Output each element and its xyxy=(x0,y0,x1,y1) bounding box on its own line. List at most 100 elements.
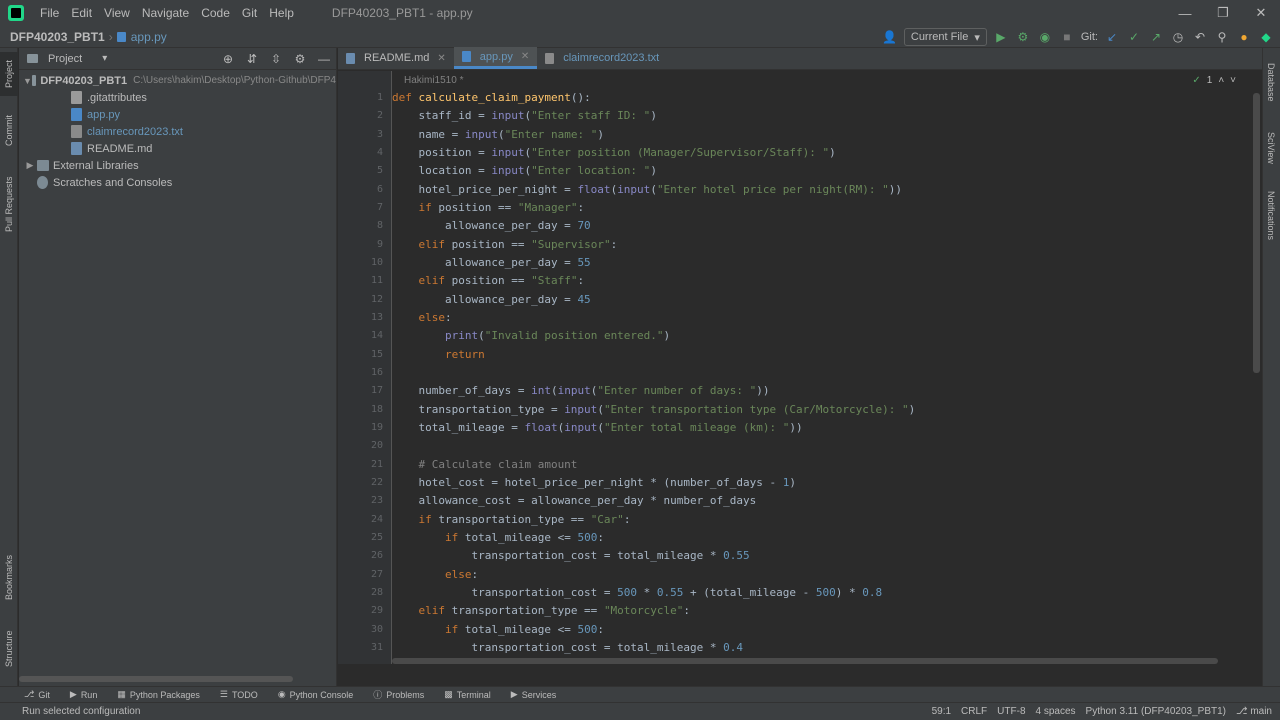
code-line[interactable]: number_of_days = int(input("Enter number… xyxy=(392,382,769,400)
hide-icon[interactable]: — xyxy=(316,51,332,67)
code-line[interactable]: else: xyxy=(392,309,451,327)
menu-code[interactable]: Code xyxy=(195,6,236,20)
tree-scratches[interactable]: Scratches and Consoles xyxy=(19,174,336,191)
tree-external-libraries[interactable]: ▶ External Libraries xyxy=(19,157,336,174)
update-icon[interactable]: ● xyxy=(1236,29,1252,45)
file-encoding[interactable]: UTF-8 xyxy=(997,706,1025,717)
menu-git[interactable]: Git xyxy=(236,6,263,20)
tool-terminal[interactable]: ▩ Terminal xyxy=(434,689,501,700)
code-editor[interactable]: 1 2 3 4 5 6 7 8 9 10 11 12 13 14 15 16 17 18 19 20 21 22 23 24 2… xyxy=(338,71,1262,664)
tab-database-tool[interactable]: Database xyxy=(1262,54,1280,110)
close-icon[interactable]: ✕ xyxy=(437,53,445,64)
code-line[interactable]: location = input("Enter location: ") xyxy=(392,162,656,180)
code-line[interactable]: staff_id = input("Enter staff ID: ") xyxy=(392,107,656,125)
code-line[interactable]: hotel_cost = hotel_price_per_night * (nu… xyxy=(392,474,796,492)
git-push-icon[interactable]: ↗ xyxy=(1148,29,1164,45)
code-line[interactable]: else: xyxy=(392,566,478,584)
tool-run[interactable]: ▶ Run xyxy=(60,689,107,700)
gear-icon[interactable]: ⚙ xyxy=(292,51,308,67)
git-commit-icon[interactable]: ✓ xyxy=(1126,29,1142,45)
breadcrumb-project[interactable]: DFP40203_PBT1 xyxy=(0,30,105,44)
indent-setting[interactable]: 4 spaces xyxy=(1036,706,1076,717)
tool-todo[interactable]: ☰ TODO xyxy=(210,689,268,700)
code-line[interactable]: allowance_per_day = 70 xyxy=(392,217,591,235)
search-icon[interactable]: ⚲ xyxy=(1214,29,1230,45)
menu-navigate[interactable]: Navigate xyxy=(136,6,195,20)
code-line[interactable]: if total_mileage <= 500: xyxy=(392,529,604,547)
code-line[interactable]: if position == "Manager": xyxy=(392,199,584,217)
code-line[interactable]: allowance_cost = allowance_per_day * num… xyxy=(392,492,756,510)
tree-root[interactable]: ▼ DFP40203_PBT1 C:\Users\hakim\Desktop\P… xyxy=(19,72,336,89)
rollback-icon[interactable]: ↶ xyxy=(1192,29,1208,45)
plugin-icon[interactable]: ◆ xyxy=(1258,29,1274,45)
tool-git[interactable]: ⎇ Git xyxy=(0,689,60,700)
code-line[interactable]: elif position == "Staff": xyxy=(392,272,584,290)
close-icon[interactable]: ✕ xyxy=(1242,0,1280,26)
maximize-icon[interactable]: ❐ xyxy=(1204,0,1242,26)
tab-project-tool[interactable]: Project xyxy=(0,52,18,96)
tool-python-packages[interactable]: ▦ Python Packages xyxy=(107,689,210,700)
close-icon[interactable]: ✕ xyxy=(521,51,529,62)
code-line[interactable]: if total_mileage <= 500: xyxy=(392,621,604,639)
line-number-gutter[interactable]: 1 2 3 4 5 6 7 8 9 10 11 12 13 14 15 16 17 18 19 20 21 22 23 24 2… xyxy=(338,71,392,664)
coverage-icon[interactable]: ◉ xyxy=(1037,29,1053,45)
expand-all-icon[interactable]: ⇵ xyxy=(244,51,260,67)
menu-edit[interactable]: Edit xyxy=(65,6,98,20)
code-line[interactable]: transportation_cost = total_mileage * 0.… xyxy=(392,547,749,565)
tree-item-readme[interactable]: README.md xyxy=(19,140,336,157)
chevron-down-icon[interactable]: ▾ xyxy=(102,53,107,64)
code-line[interactable]: print("Invalid position entered.") xyxy=(392,327,670,345)
line-separator[interactable]: CRLF xyxy=(961,706,987,717)
tool-problems[interactable]: ⓘ Problems xyxy=(363,688,434,701)
tree-item-claimrecord[interactable]: claimrecord2023.txt xyxy=(19,123,336,140)
run-config-select[interactable]: Current File ▾ xyxy=(903,28,987,46)
git-update-icon[interactable]: ↙ xyxy=(1104,29,1120,45)
code-line[interactable]: return xyxy=(392,346,485,364)
menu-file[interactable]: File xyxy=(34,6,65,20)
tab-sciview-tool[interactable]: SciView xyxy=(1262,124,1280,172)
stop-icon[interactable]: ■ xyxy=(1059,29,1075,45)
breadcrumb-file[interactable]: app.py xyxy=(116,30,167,44)
code-line[interactable]: def calculate_claim_payment(): xyxy=(392,89,591,107)
tab-readme[interactable]: README.md ✕ xyxy=(338,47,454,69)
tool-services[interactable]: ▶ Services xyxy=(501,689,566,700)
caret-position[interactable]: 59:1 xyxy=(932,706,951,717)
code-line[interactable]: position = input("Enter position (Manage… xyxy=(392,144,835,162)
code-line[interactable]: # Calculate claim amount xyxy=(392,456,577,474)
project-panel-title[interactable]: Project xyxy=(48,53,82,65)
run-icon[interactable]: ▶ xyxy=(993,29,1009,45)
code-line[interactable]: transportation_cost = 500 * 0.55 + (tota… xyxy=(392,584,882,602)
menu-help[interactable]: Help xyxy=(263,6,300,20)
user-icon[interactable]: 👤 xyxy=(882,29,898,45)
tab-app-py[interactable]: app.py ✕ xyxy=(453,47,538,69)
history-icon[interactable]: ◷ xyxy=(1170,29,1186,45)
tab-pull-requests-tool[interactable]: Pull Requests xyxy=(0,168,18,240)
horizontal-scrollbar[interactable] xyxy=(392,658,1218,664)
code-line[interactable]: allowance_per_day = 55 xyxy=(392,254,591,272)
code-line[interactable]: name = input("Enter name: ") xyxy=(392,126,603,144)
tab-notifications-tool[interactable]: Notifications xyxy=(1262,182,1280,250)
collapse-all-icon[interactable]: ⇳ xyxy=(268,51,284,67)
tab-bookmarks-tool[interactable]: Bookmarks xyxy=(0,546,18,608)
code-line[interactable]: elif transportation_type == "Motorcycle"… xyxy=(392,602,690,620)
vertical-scrollbar[interactable] xyxy=(1253,93,1260,373)
tree-item-app-py[interactable]: app.py xyxy=(19,106,336,123)
inspections-widget[interactable]: ✓ 1 ˄ ˅ xyxy=(1192,75,1236,86)
code-line[interactable]: transportation_type = input("Enter trans… xyxy=(392,401,915,419)
code-line[interactable]: hotel_price_per_night = float(input("Ent… xyxy=(392,181,902,199)
code-line[interactable]: total_mileage = float(input("Enter total… xyxy=(392,419,802,437)
chevron-down-icon[interactable]: ˅ xyxy=(1230,75,1236,86)
chevron-right-icon[interactable]: ▶ xyxy=(23,160,37,171)
minimize-icon[interactable]: — xyxy=(1166,0,1204,26)
tree-item-gitattributes[interactable]: .gitattributes xyxy=(19,89,336,106)
chevron-up-icon[interactable]: ˄ xyxy=(1218,75,1224,86)
tab-structure-tool[interactable]: Structure xyxy=(0,622,18,676)
debug-icon[interactable]: ⚙ xyxy=(1015,29,1031,45)
tab-commit-tool[interactable]: Commit xyxy=(0,108,18,154)
code-line[interactable]: transportation_cost = total_mileage * 0.… xyxy=(392,639,743,657)
menu-view[interactable]: View xyxy=(98,6,136,20)
code-line[interactable]: allowance_per_day = 45 xyxy=(392,291,591,309)
locate-icon[interactable]: ⊕ xyxy=(220,51,236,67)
project-panel-scrollbar[interactable] xyxy=(19,676,293,682)
git-branch[interactable]: ⎇ main xyxy=(1236,706,1272,717)
